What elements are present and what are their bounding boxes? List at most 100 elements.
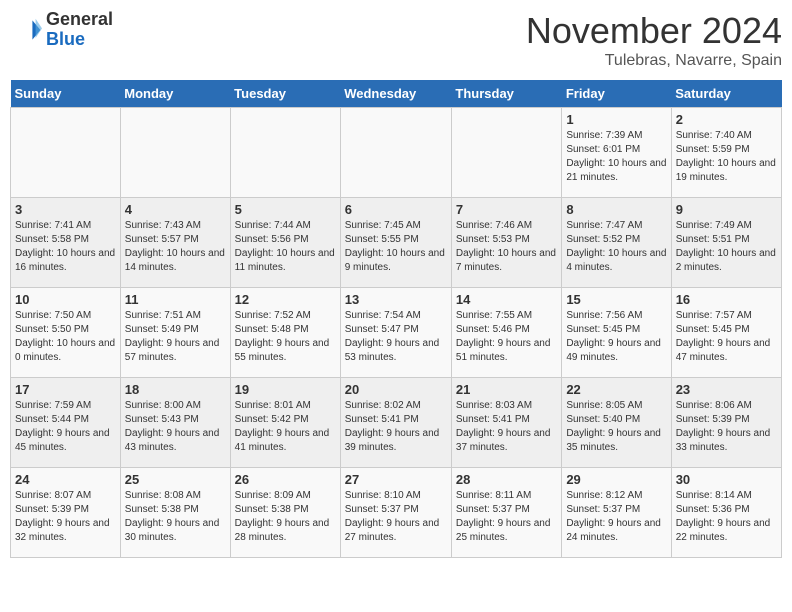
day-number: 25 xyxy=(125,472,226,487)
day-number: 30 xyxy=(676,472,777,487)
day-info: Sunrise: 7:52 AM Sunset: 5:48 PM Dayligh… xyxy=(235,309,336,365)
day-info: Sunrise: 7:51 AM Sunset: 5:49 PM Dayligh… xyxy=(125,309,226,365)
calendar-cell: 5Sunrise: 7:44 AM Sunset: 5:56 PM Daylig… xyxy=(230,198,340,288)
calendar-cell xyxy=(230,108,340,198)
calendar-cell: 29 Sunrise: 8:12 AM Sunset: 5:37 PM Dayli… xyxy=(562,468,671,558)
calendar-cell xyxy=(11,108,121,198)
calendar-cell xyxy=(120,108,230,198)
day-info: Sunrise: 8:12 AM Sunset: 5:37 PM Dayligh… xyxy=(566,489,666,545)
day-info: Sunrise: 8:06 AM Sunset: 5:39 PM Dayligh… xyxy=(676,399,777,455)
day-number: 14 xyxy=(456,292,557,307)
day-info: Sunrise: 8:11 AM Sunset: 5:37 PM Dayligh… xyxy=(456,489,557,545)
day-number: 11 xyxy=(125,292,226,307)
day-info: Sunrise: 8:09 AM Sunset: 5:38 PM Dayligh… xyxy=(235,489,336,545)
day-info: Sunrise: 8:07 AM Sunset: 5:39 PM Dayligh… xyxy=(15,489,116,545)
day-info: Sunrise: 7:47 AM Sunset: 5:52 PM Dayligh… xyxy=(566,219,666,275)
day-number: 19 xyxy=(235,382,336,397)
day-number: 6 xyxy=(345,202,447,217)
header-day-friday: Friday xyxy=(562,80,671,108)
day-info: Sunrise: 7:49 AM Sunset: 5:51 PM Dayligh… xyxy=(676,219,777,275)
day-number: 15 xyxy=(566,292,666,307)
day-number: 26 xyxy=(235,472,336,487)
location-title: Tulebras, Navarre, Spain xyxy=(526,52,782,70)
calendar-cell: 8 Sunrise: 7:47 AM Sunset: 5:52 PM Daylig… xyxy=(562,198,671,288)
day-info: Sunrise: 8:10 AM Sunset: 5:37 PM Dayligh… xyxy=(345,489,447,545)
calendar-cell: 20 Sunrise: 8:02 AM Sunset: 5:41 PM Dayli… xyxy=(340,378,451,468)
day-number: 2 xyxy=(676,112,777,127)
calendar-table: SundayMondayTuesdayWednesdayThursdayFrid… xyxy=(10,80,782,558)
day-number: 4 xyxy=(125,202,226,217)
day-info: Sunrise: 7:39 AM Sunset: 6:01 PM Dayligh… xyxy=(566,129,666,185)
day-info: Sunrise: 8:14 AM Sunset: 5:36 PM Dayligh… xyxy=(676,489,777,545)
day-number: 24 xyxy=(15,472,116,487)
day-info: Sunrise: 7:41 AM Sunset: 5:58 PM Dayligh… xyxy=(15,219,116,275)
day-info: Sunrise: 7:45 AM Sunset: 5:55 PM Dayligh… xyxy=(345,219,447,275)
day-info: Sunrise: 8:02 AM Sunset: 5:41 PM Dayligh… xyxy=(345,399,447,455)
calendar-week-1: 1Sunrise: 7:39 AM Sunset: 6:01 PM Daylig… xyxy=(11,108,782,198)
day-number: 29 xyxy=(566,472,666,487)
day-info: Sunrise: 7:55 AM Sunset: 5:46 PM Dayligh… xyxy=(456,309,557,365)
calendar-cell: 1Sunrise: 7:39 AM Sunset: 6:01 PM Daylig… xyxy=(562,108,671,198)
header: General Blue November 2024 Tulebras, Nav… xyxy=(10,10,782,70)
logo-text: General Blue xyxy=(46,10,113,50)
calendar-cell: 17 Sunrise: 7:59 AM Sunset: 5:44 PM Dayli… xyxy=(11,378,121,468)
day-number: 20 xyxy=(345,382,447,397)
calendar-cell: 3 Sunrise: 7:41 AM Sunset: 5:58 PM Daylig… xyxy=(11,198,121,288)
calendar-cell: 25 Sunrise: 8:08 AM Sunset: 5:38 PM Dayli… xyxy=(120,468,230,558)
calendar-cell: 6 Sunrise: 7:45 AM Sunset: 5:55 PM Daylig… xyxy=(340,198,451,288)
calendar-cell xyxy=(451,108,561,198)
calendar-cell: 18Sunrise: 8:00 AM Sunset: 5:43 PM Dayli… xyxy=(120,378,230,468)
calendar-cell xyxy=(340,108,451,198)
logo: General Blue xyxy=(10,10,113,50)
calendar-cell: 11 Sunrise: 7:51 AM Sunset: 5:49 PM Dayli… xyxy=(120,288,230,378)
header-day-thursday: Thursday xyxy=(451,80,561,108)
day-number: 27 xyxy=(345,472,447,487)
calendar-cell: 26 Sunrise: 8:09 AM Sunset: 5:38 PM Dayli… xyxy=(230,468,340,558)
logo-icon xyxy=(10,14,42,46)
day-number: 21 xyxy=(456,382,557,397)
day-number: 17 xyxy=(15,382,116,397)
calendar-cell: 19 Sunrise: 8:01 AM Sunset: 5:42 PM Dayli… xyxy=(230,378,340,468)
calendar-cell: 16Sunrise: 7:57 AM Sunset: 5:45 PM Dayli… xyxy=(671,288,781,378)
month-title: November 2024 xyxy=(526,10,782,52)
day-info: Sunrise: 8:03 AM Sunset: 5:41 PM Dayligh… xyxy=(456,399,557,455)
day-number: 23 xyxy=(676,382,777,397)
logo-blue-text: Blue xyxy=(46,29,85,49)
day-info: Sunrise: 7:40 AM Sunset: 5:59 PM Dayligh… xyxy=(676,129,777,185)
calendar-cell: 23 Sunrise: 8:06 AM Sunset: 5:39 PM Dayli… xyxy=(671,378,781,468)
calendar-cell: 13 Sunrise: 7:54 AM Sunset: 5:47 PM Dayli… xyxy=(340,288,451,378)
calendar-cell: 4 Sunrise: 7:43 AM Sunset: 5:57 PM Daylig… xyxy=(120,198,230,288)
day-info: Sunrise: 8:01 AM Sunset: 5:42 PM Dayligh… xyxy=(235,399,336,455)
day-info: Sunrise: 7:56 AM Sunset: 5:45 PM Dayligh… xyxy=(566,309,666,365)
calendar-cell: 27 Sunrise: 8:10 AM Sunset: 5:37 PM Dayli… xyxy=(340,468,451,558)
day-info: Sunrise: 8:08 AM Sunset: 5:38 PM Dayligh… xyxy=(125,489,226,545)
calendar-cell: 21 Sunrise: 8:03 AM Sunset: 5:41 PM Dayli… xyxy=(451,378,561,468)
calendar-cell: 28Sunrise: 8:11 AM Sunset: 5:37 PM Dayli… xyxy=(451,468,561,558)
day-info: Sunrise: 7:43 AM Sunset: 5:57 PM Dayligh… xyxy=(125,219,226,275)
calendar-week-4: 17 Sunrise: 7:59 AM Sunset: 5:44 PM Dayli… xyxy=(11,378,782,468)
header-day-tuesday: Tuesday xyxy=(230,80,340,108)
day-info: Sunrise: 7:46 AM Sunset: 5:53 PM Dayligh… xyxy=(456,219,557,275)
header-day-wednesday: Wednesday xyxy=(340,80,451,108)
header-day-monday: Monday xyxy=(120,80,230,108)
title-area: November 2024 Tulebras, Navarre, Spain xyxy=(526,10,782,70)
calendar-cell: 10 Sunrise: 7:50 AM Sunset: 5:50 PM Dayli… xyxy=(11,288,121,378)
logo-general-text: General xyxy=(46,9,113,29)
day-number: 13 xyxy=(345,292,447,307)
calendar-cell: 12 Sunrise: 7:52 AM Sunset: 5:48 PM Dayli… xyxy=(230,288,340,378)
calendar-header-row: SundayMondayTuesdayWednesdayThursdayFrid… xyxy=(11,80,782,108)
day-info: Sunrise: 7:59 AM Sunset: 5:44 PM Dayligh… xyxy=(15,399,116,455)
calendar-week-5: 24 Sunrise: 8:07 AM Sunset: 5:39 PM Dayli… xyxy=(11,468,782,558)
day-number: 8 xyxy=(566,202,666,217)
day-info: Sunrise: 7:54 AM Sunset: 5:47 PM Dayligh… xyxy=(345,309,447,365)
day-info: Sunrise: 7:50 AM Sunset: 5:50 PM Dayligh… xyxy=(15,309,116,365)
calendar-cell: 9Sunrise: 7:49 AM Sunset: 5:51 PM Daylig… xyxy=(671,198,781,288)
day-info: Sunrise: 8:05 AM Sunset: 5:40 PM Dayligh… xyxy=(566,399,666,455)
calendar-week-2: 3 Sunrise: 7:41 AM Sunset: 5:58 PM Daylig… xyxy=(11,198,782,288)
header-day-saturday: Saturday xyxy=(671,80,781,108)
day-number: 3 xyxy=(15,202,116,217)
day-number: 10 xyxy=(15,292,116,307)
calendar-cell: 30 Sunrise: 8:14 AM Sunset: 5:36 PM Dayli… xyxy=(671,468,781,558)
day-number: 12 xyxy=(235,292,336,307)
calendar-cell: 22Sunrise: 8:05 AM Sunset: 5:40 PM Dayli… xyxy=(562,378,671,468)
